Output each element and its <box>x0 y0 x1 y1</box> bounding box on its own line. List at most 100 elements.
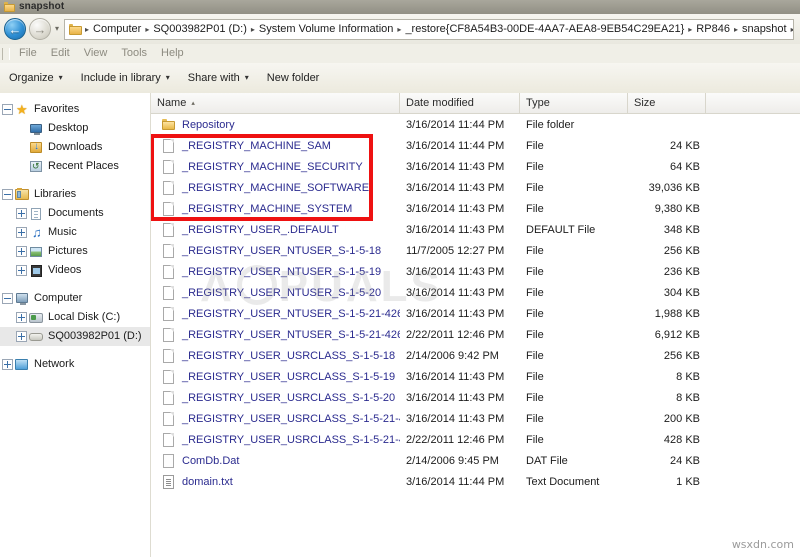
file-type-cell: File <box>520 392 628 404</box>
table-row[interactable]: _REGISTRY_MACHINE_SOFTWARE3/16/2014 11:4… <box>151 177 800 198</box>
include-in-library-button[interactable]: Include in library ▾ <box>72 67 179 89</box>
organize-button[interactable]: Organize ▾ <box>0 67 72 89</box>
menu-item-tools[interactable]: Tools <box>114 44 154 63</box>
menu-item-view[interactable]: View <box>77 44 115 63</box>
menu-item-help[interactable]: Help <box>154 44 191 63</box>
tree-item-libraries[interactable]: Libraries <box>0 185 150 204</box>
breadcrumb-separator[interactable]: ▸ <box>686 20 694 39</box>
back-button[interactable]: ← <box>4 18 26 40</box>
breadcrumb-separator[interactable]: ▸ <box>395 20 403 39</box>
breadcrumb-separator[interactable]: ▸ <box>249 20 257 39</box>
table-row[interactable]: _REGISTRY_USER_NTUSER_S-1-5-21-42640…2/2… <box>151 324 800 345</box>
tree-item-desktop[interactable]: Desktop <box>0 119 150 138</box>
file-list-pane[interactable]: Name ▴ Date modified Type Size Repositor… <box>151 93 800 557</box>
breadcrumb-item-drive[interactable]: SQ003982P01 (D:) <box>151 20 249 39</box>
tree-item-favorites[interactable]: ★ Favorites <box>0 100 150 119</box>
network-icon <box>15 358 30 372</box>
folder-icon <box>161 117 176 133</box>
file-name-cell[interactable]: _REGISTRY_USER_.DEFAULT <box>151 222 400 238</box>
table-row[interactable]: _REGISTRY_USER_.DEFAULT3/16/2014 11:43 P… <box>151 219 800 240</box>
file-name-cell[interactable]: _REGISTRY_USER_USRCLASS_S-1-5-18 <box>151 348 400 364</box>
column-header-date-modified[interactable]: Date modified <box>400 93 520 114</box>
column-header-extra[interactable] <box>706 93 800 114</box>
breadcrumb-separator[interactable]: ▸ <box>789 20 794 39</box>
breadcrumb-separator[interactable]: ▸ <box>143 20 151 39</box>
expand-icon[interactable] <box>16 227 27 238</box>
file-name-cell[interactable]: _REGISTRY_USER_NTUSER_S-1-5-21-42640… <box>151 306 400 322</box>
date-modified-cell: 3/16/2014 11:43 PM <box>400 371 520 383</box>
tree-item-recent-places[interactable]: Recent Places <box>0 157 150 176</box>
breadcrumb-item-rp846[interactable]: RP846 <box>694 20 732 39</box>
tree-item-pictures[interactable]: Pictures <box>0 242 150 261</box>
new-folder-button[interactable]: New folder <box>258 67 329 89</box>
file-name-cell[interactable]: _REGISTRY_MACHINE_SYSTEM <box>151 201 400 217</box>
tree-item-local-disk-c[interactable]: Local Disk (C:) <box>0 308 150 327</box>
table-row[interactable]: _REGISTRY_USER_USRCLASS_S-1-5-182/14/200… <box>151 345 800 366</box>
file-name-cell[interactable]: _REGISTRY_USER_NTUSER_S-1-5-20 <box>151 285 400 301</box>
menu-item-file[interactable]: File <box>12 44 44 63</box>
file-name-cell[interactable]: _REGISTRY_USER_NTUSER_S-1-5-19 <box>151 264 400 280</box>
file-name-cell[interactable]: _REGISTRY_MACHINE_SOFTWARE <box>151 180 400 196</box>
collapse-icon[interactable] <box>2 293 13 304</box>
table-row[interactable]: _REGISTRY_USER_USRCLASS_S-1-5-193/16/201… <box>151 366 800 387</box>
expand-icon[interactable] <box>16 331 27 342</box>
file-name-cell[interactable]: _REGISTRY_MACHINE_SAM <box>151 138 400 154</box>
column-header-type[interactable]: Type <box>520 93 628 114</box>
expand-icon[interactable] <box>16 265 27 276</box>
file-name-cell[interactable]: _REGISTRY_USER_USRCLASS_S-1-5-20 <box>151 390 400 406</box>
collapse-icon[interactable] <box>2 104 13 115</box>
table-row[interactable]: _REGISTRY_USER_USRCLASS_S-1-5-203/16/201… <box>151 387 800 408</box>
breadcrumb-item-system-volume-information[interactable]: System Volume Information <box>257 20 396 39</box>
tree-item-downloads[interactable]: Downloads <box>0 138 150 157</box>
expand-icon[interactable] <box>16 246 27 257</box>
breadcrumb-item-restore-guid[interactable]: _restore{CF8A54B3-00DE-4AA7-AEA8-9EB54C2… <box>403 20 686 39</box>
breadcrumb-item-computer[interactable]: Computer <box>91 20 143 39</box>
breadcrumb-item-snapshot[interactable]: snapshot <box>740 20 789 39</box>
file-name-label: _REGISTRY_USER_NTUSER_S-1-5-18 <box>182 245 381 257</box>
file-name-cell[interactable]: ComDb.Dat <box>151 453 400 469</box>
recent-pages-dropdown[interactable]: ▾ <box>51 18 63 40</box>
file-name-cell[interactable]: domain.txt <box>151 474 400 490</box>
table-row[interactable]: ComDb.Dat2/14/2006 9:45 PMDAT File24 KB <box>151 450 800 471</box>
table-row[interactable]: _REGISTRY_USER_NTUSER_S-1-5-203/16/2014 … <box>151 282 800 303</box>
tree-item-computer[interactable]: Computer <box>0 289 150 308</box>
file-name-label: _REGISTRY_USER_.DEFAULT <box>182 224 339 236</box>
tree-item-drive-d[interactable]: SQ003982P01 (D:) <box>0 327 150 346</box>
breadcrumb-separator[interactable]: ▸ <box>732 20 740 39</box>
file-name-cell[interactable]: _REGISTRY_USER_USRCLASS_S-1-5-19 <box>151 369 400 385</box>
file-name-cell[interactable]: Repository <box>151 117 400 133</box>
table-row[interactable]: _REGISTRY_USER_NTUSER_S-1-5-21-42640…3/1… <box>151 303 800 324</box>
table-row[interactable]: domain.txt3/16/2014 11:44 PMText Documen… <box>151 471 800 492</box>
table-row[interactable]: _REGISTRY_USER_USRCLASS_S-1-5-21-426…2/2… <box>151 429 800 450</box>
tree-item-network[interactable]: Network <box>0 355 150 374</box>
navigation-pane[interactable]: ★ Favorites Desktop Downloads Recent Pla… <box>0 93 151 557</box>
expand-icon[interactable] <box>2 359 13 370</box>
menu-item-edit[interactable]: Edit <box>44 44 77 63</box>
tree-item-music[interactable]: ♫ Music <box>0 223 150 242</box>
file-size-cell: 1 KB <box>628 476 706 488</box>
expand-icon[interactable] <box>16 312 27 323</box>
column-header-name[interactable]: Name ▴ <box>151 93 400 114</box>
file-name-cell[interactable]: _REGISTRY_USER_USRCLASS_S-1-5-21-426… <box>151 432 400 448</box>
table-row[interactable]: _REGISTRY_MACHINE_SECURITY3/16/2014 11:4… <box>151 156 800 177</box>
collapse-icon[interactable] <box>2 189 13 200</box>
file-name-cell[interactable]: _REGISTRY_USER_USRCLASS_S-1-5-21-426… <box>151 411 400 427</box>
file-size-cell: 348 KB <box>628 224 706 236</box>
table-row[interactable]: _REGISTRY_MACHINE_SAM3/16/2014 11:44 PMF… <box>151 135 800 156</box>
expand-icon[interactable] <box>16 208 27 219</box>
breadcrumb-bar[interactable]: ▸ Computer ▸ SQ003982P01 (D:) ▸ System V… <box>64 19 794 40</box>
tree-item-videos[interactable]: Videos <box>0 261 150 280</box>
table-row[interactable]: Repository3/16/2014 11:44 PMFile folder <box>151 114 800 135</box>
file-name-cell[interactable]: _REGISTRY_MACHINE_SECURITY <box>151 159 400 175</box>
table-row[interactable]: _REGISTRY_USER_NTUSER_S-1-5-1811/7/2005 … <box>151 240 800 261</box>
file-name-cell[interactable]: _REGISTRY_USER_NTUSER_S-1-5-21-42640… <box>151 327 400 343</box>
file-name-cell[interactable]: _REGISTRY_USER_NTUSER_S-1-5-18 <box>151 243 400 259</box>
table-row[interactable]: _REGISTRY_USER_USRCLASS_S-1-5-21-426…3/1… <box>151 408 800 429</box>
column-header-size[interactable]: Size <box>628 93 706 114</box>
forward-button[interactable]: → <box>29 18 51 40</box>
table-row[interactable]: _REGISTRY_MACHINE_SYSTEM3/16/2014 11:43 … <box>151 198 800 219</box>
date-modified-cell: 3/16/2014 11:44 PM <box>400 476 520 488</box>
share-with-button[interactable]: Share with ▾ <box>179 67 258 89</box>
tree-item-documents[interactable]: Documents <box>0 204 150 223</box>
table-row[interactable]: _REGISTRY_USER_NTUSER_S-1-5-193/16/2014 … <box>151 261 800 282</box>
